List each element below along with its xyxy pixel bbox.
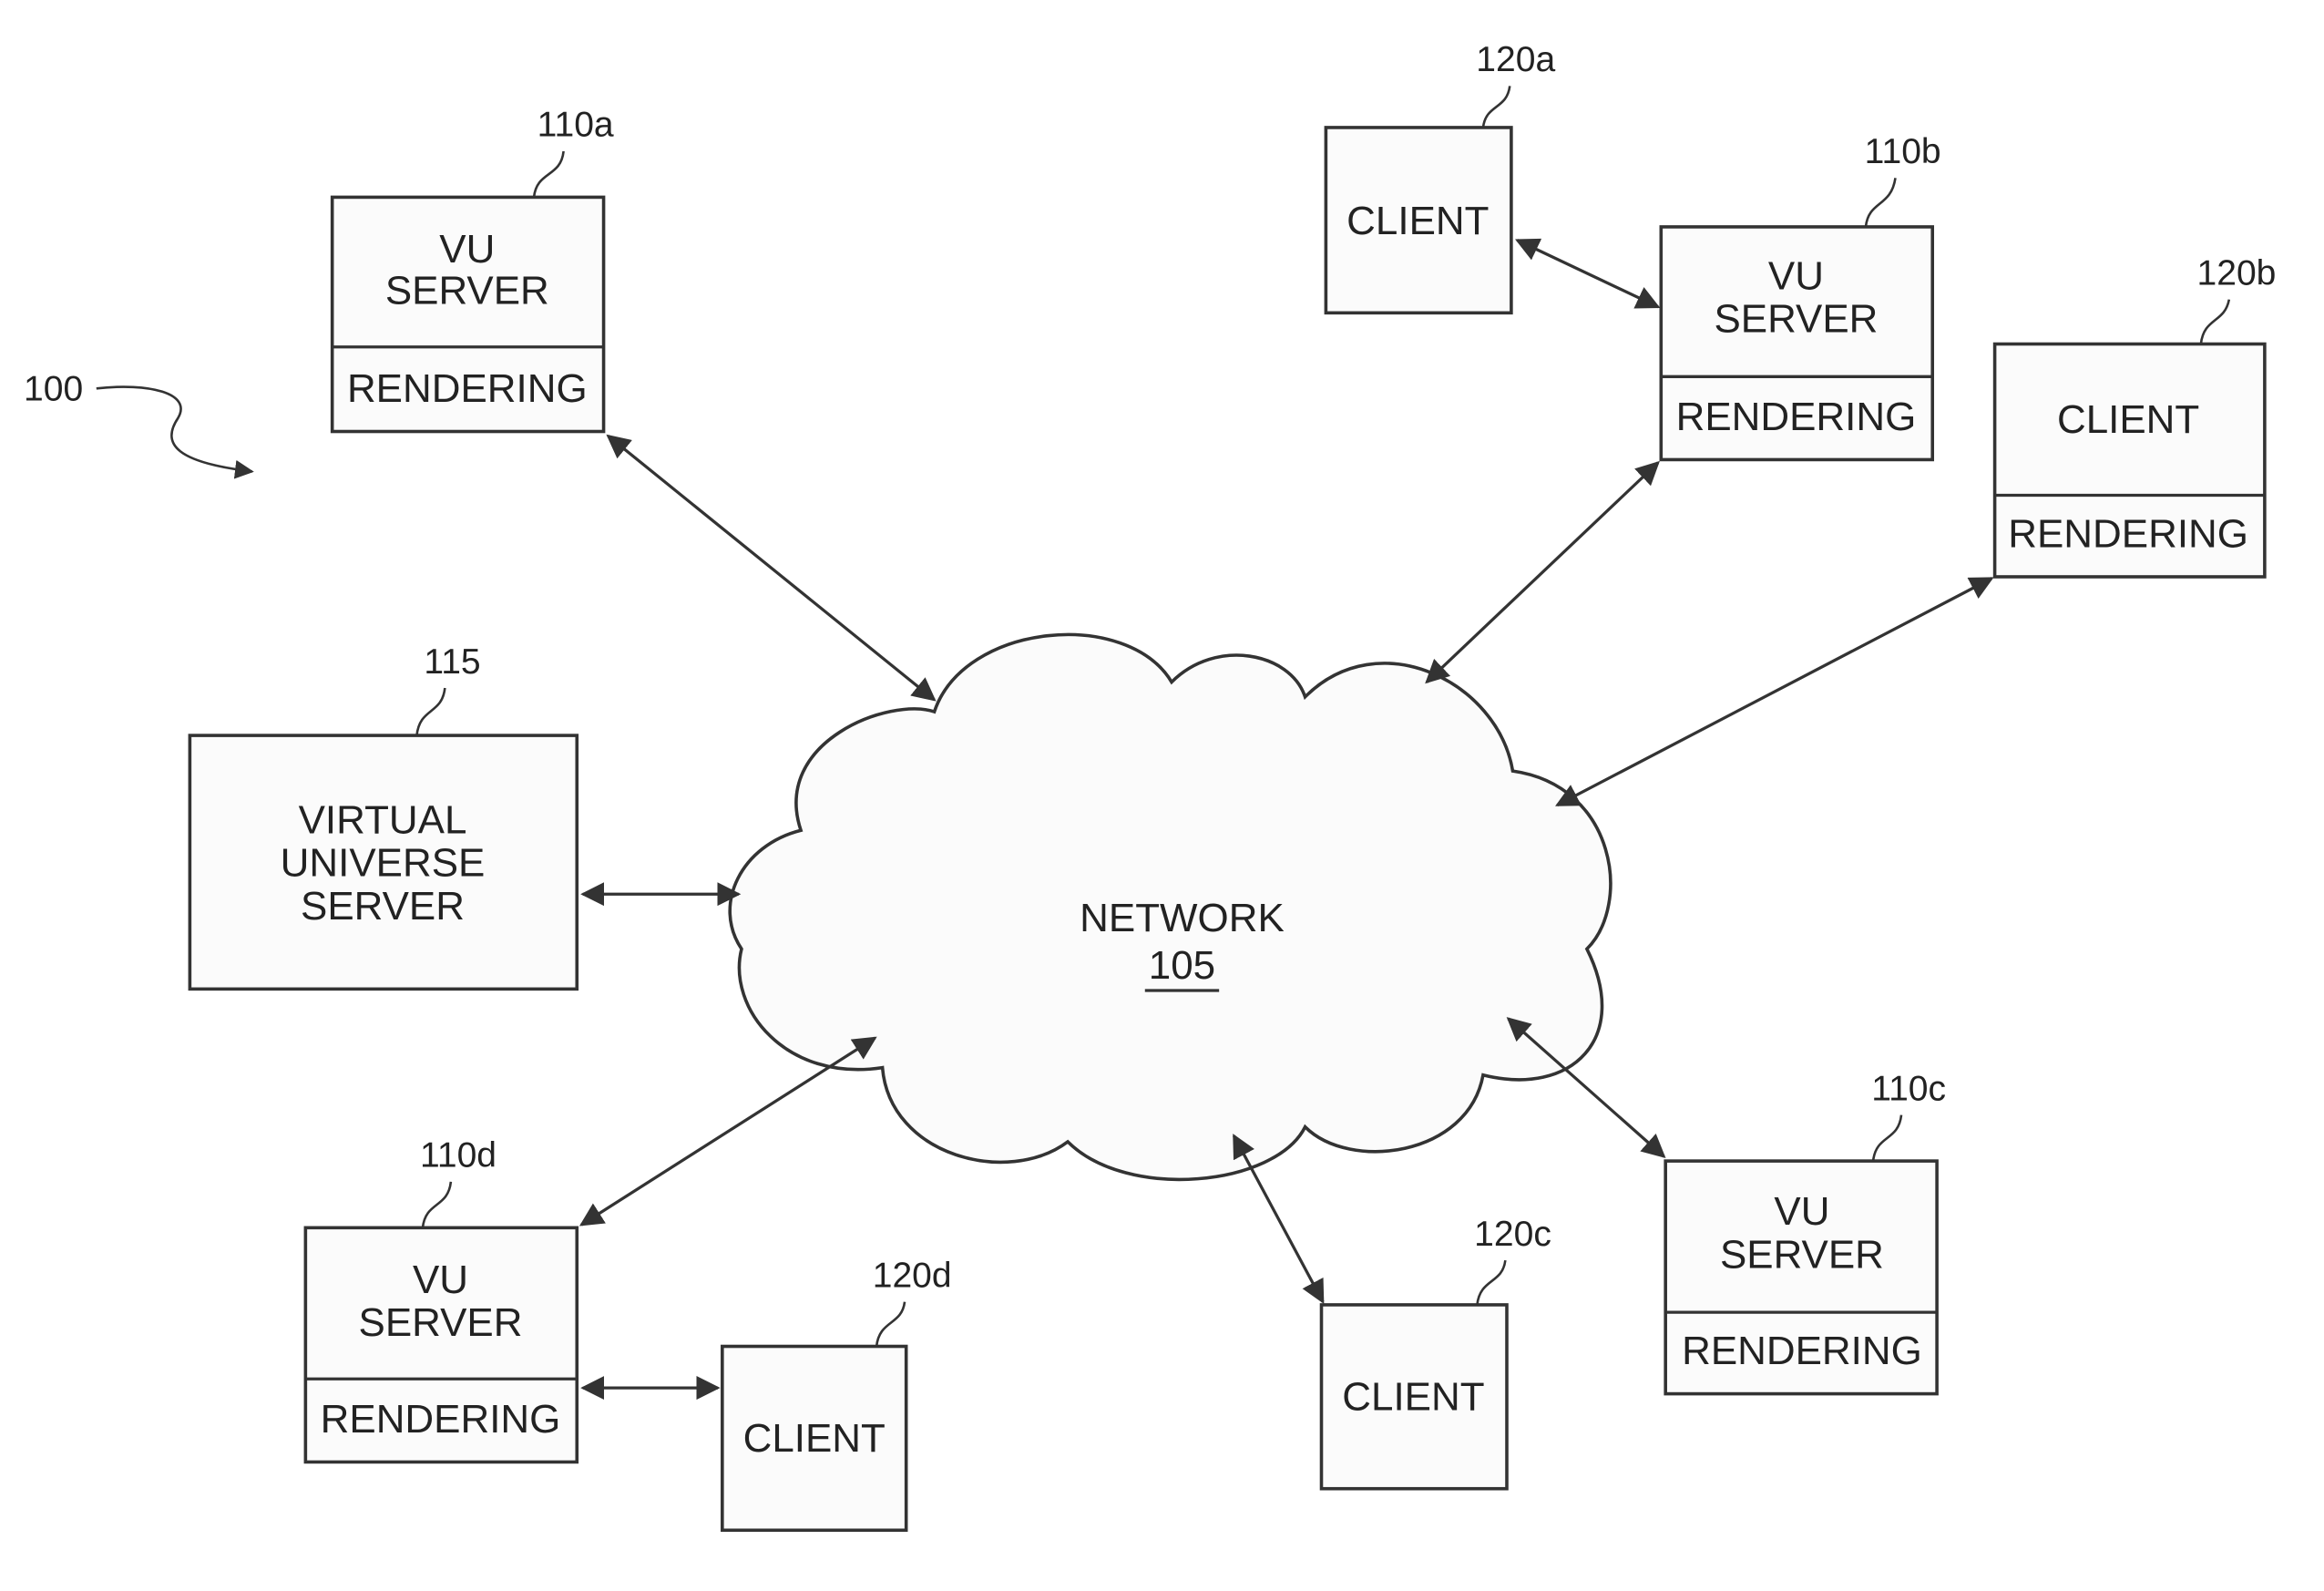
- ref-label: 115: [424, 642, 480, 682]
- server-line2: SERVER: [359, 1300, 523, 1345]
- ref-label: 110b: [1865, 132, 1941, 171]
- vu-server-110b: 110b VU SERVER RENDERING: [1659, 132, 1941, 462]
- ref-label: 110d: [420, 1136, 497, 1175]
- ref-label: 110c: [1871, 1069, 1946, 1108]
- client-120c: 120c CLIENT: [1319, 1215, 1551, 1491]
- network-diagram: 100 NETWORK 105 110a VU SERVER RENDERING…: [24, 40, 2277, 1533]
- server-line1: VU: [413, 1257, 468, 1302]
- server-line2: SERVER: [385, 269, 549, 313]
- figure-ref: 100: [24, 369, 83, 408]
- vu-server-110d: 110d VU SERVER RENDERING: [303, 1136, 579, 1464]
- ref-label: 120b: [2197, 253, 2277, 293]
- vu-line2: UNIVERSE: [281, 841, 486, 886]
- rendering-label: RENDERING: [1682, 1329, 1922, 1373]
- client-label: CLIENT: [1346, 199, 1489, 243]
- ref-leader: [875, 1301, 906, 1347]
- client-label: CLIENT: [2057, 397, 2199, 442]
- link-120c-network: [1233, 1134, 1325, 1304]
- client-label: CLIENT: [1342, 1374, 1484, 1419]
- network-label: NETWORK: [1080, 896, 1285, 940]
- server-line1: VU: [439, 227, 495, 272]
- server-line2: SERVER: [1720, 1232, 1884, 1277]
- ref-label: 120d: [873, 1256, 952, 1295]
- server-line1: VU: [1774, 1189, 1829, 1234]
- rendering-label: RENDERING: [2008, 511, 2248, 556]
- link-110a-network: [606, 434, 937, 702]
- vu-line1: VIRTUAL: [299, 798, 467, 843]
- link-110d-network: [578, 1036, 877, 1227]
- ref-leader: [532, 150, 565, 198]
- vu-server-110c: 110c VU SERVER RENDERING: [1664, 1069, 1946, 1396]
- figure-ref-leader: [96, 385, 254, 479]
- client-label: CLIENT: [743, 1416, 886, 1461]
- ref-leader: [421, 1181, 453, 1228]
- ref-leader: [415, 687, 446, 736]
- vu-server-110a: 110a VU SERVER RENDERING: [330, 106, 614, 434]
- ref-leader: [1476, 1259, 1507, 1306]
- vu-line3: SERVER: [301, 884, 465, 929]
- client-120d: 120d CLIENT: [721, 1256, 952, 1533]
- server-line1: VU: [1768, 253, 1824, 298]
- link-120b-network: [1555, 577, 1994, 807]
- rendering-label: RENDERING: [347, 366, 588, 411]
- network-ref: 105: [1149, 943, 1215, 988]
- client-120a: 120a CLIENT: [1324, 40, 1555, 315]
- ref-leader: [1864, 178, 1897, 228]
- virtual-universe-server-115: 115 VIRTUAL UNIVERSE SERVER: [188, 642, 579, 991]
- link-110b-network: [1425, 460, 1660, 684]
- ref-leader: [2199, 299, 2231, 344]
- link-120a-110b: [1515, 238, 1661, 309]
- client-120b: 120b CLIENT RENDERING: [1992, 253, 2277, 579]
- rendering-label: RENDERING: [1676, 395, 1917, 439]
- ref-leader: [1481, 86, 1511, 128]
- ref-label: 120a: [1476, 40, 1555, 79]
- server-line2: SERVER: [1714, 297, 1878, 342]
- ref-leader: [1871, 1114, 1903, 1162]
- ref-label: 110a: [537, 106, 614, 145]
- rendering-label: RENDERING: [321, 1397, 561, 1442]
- ref-label: 120c: [1474, 1215, 1551, 1254]
